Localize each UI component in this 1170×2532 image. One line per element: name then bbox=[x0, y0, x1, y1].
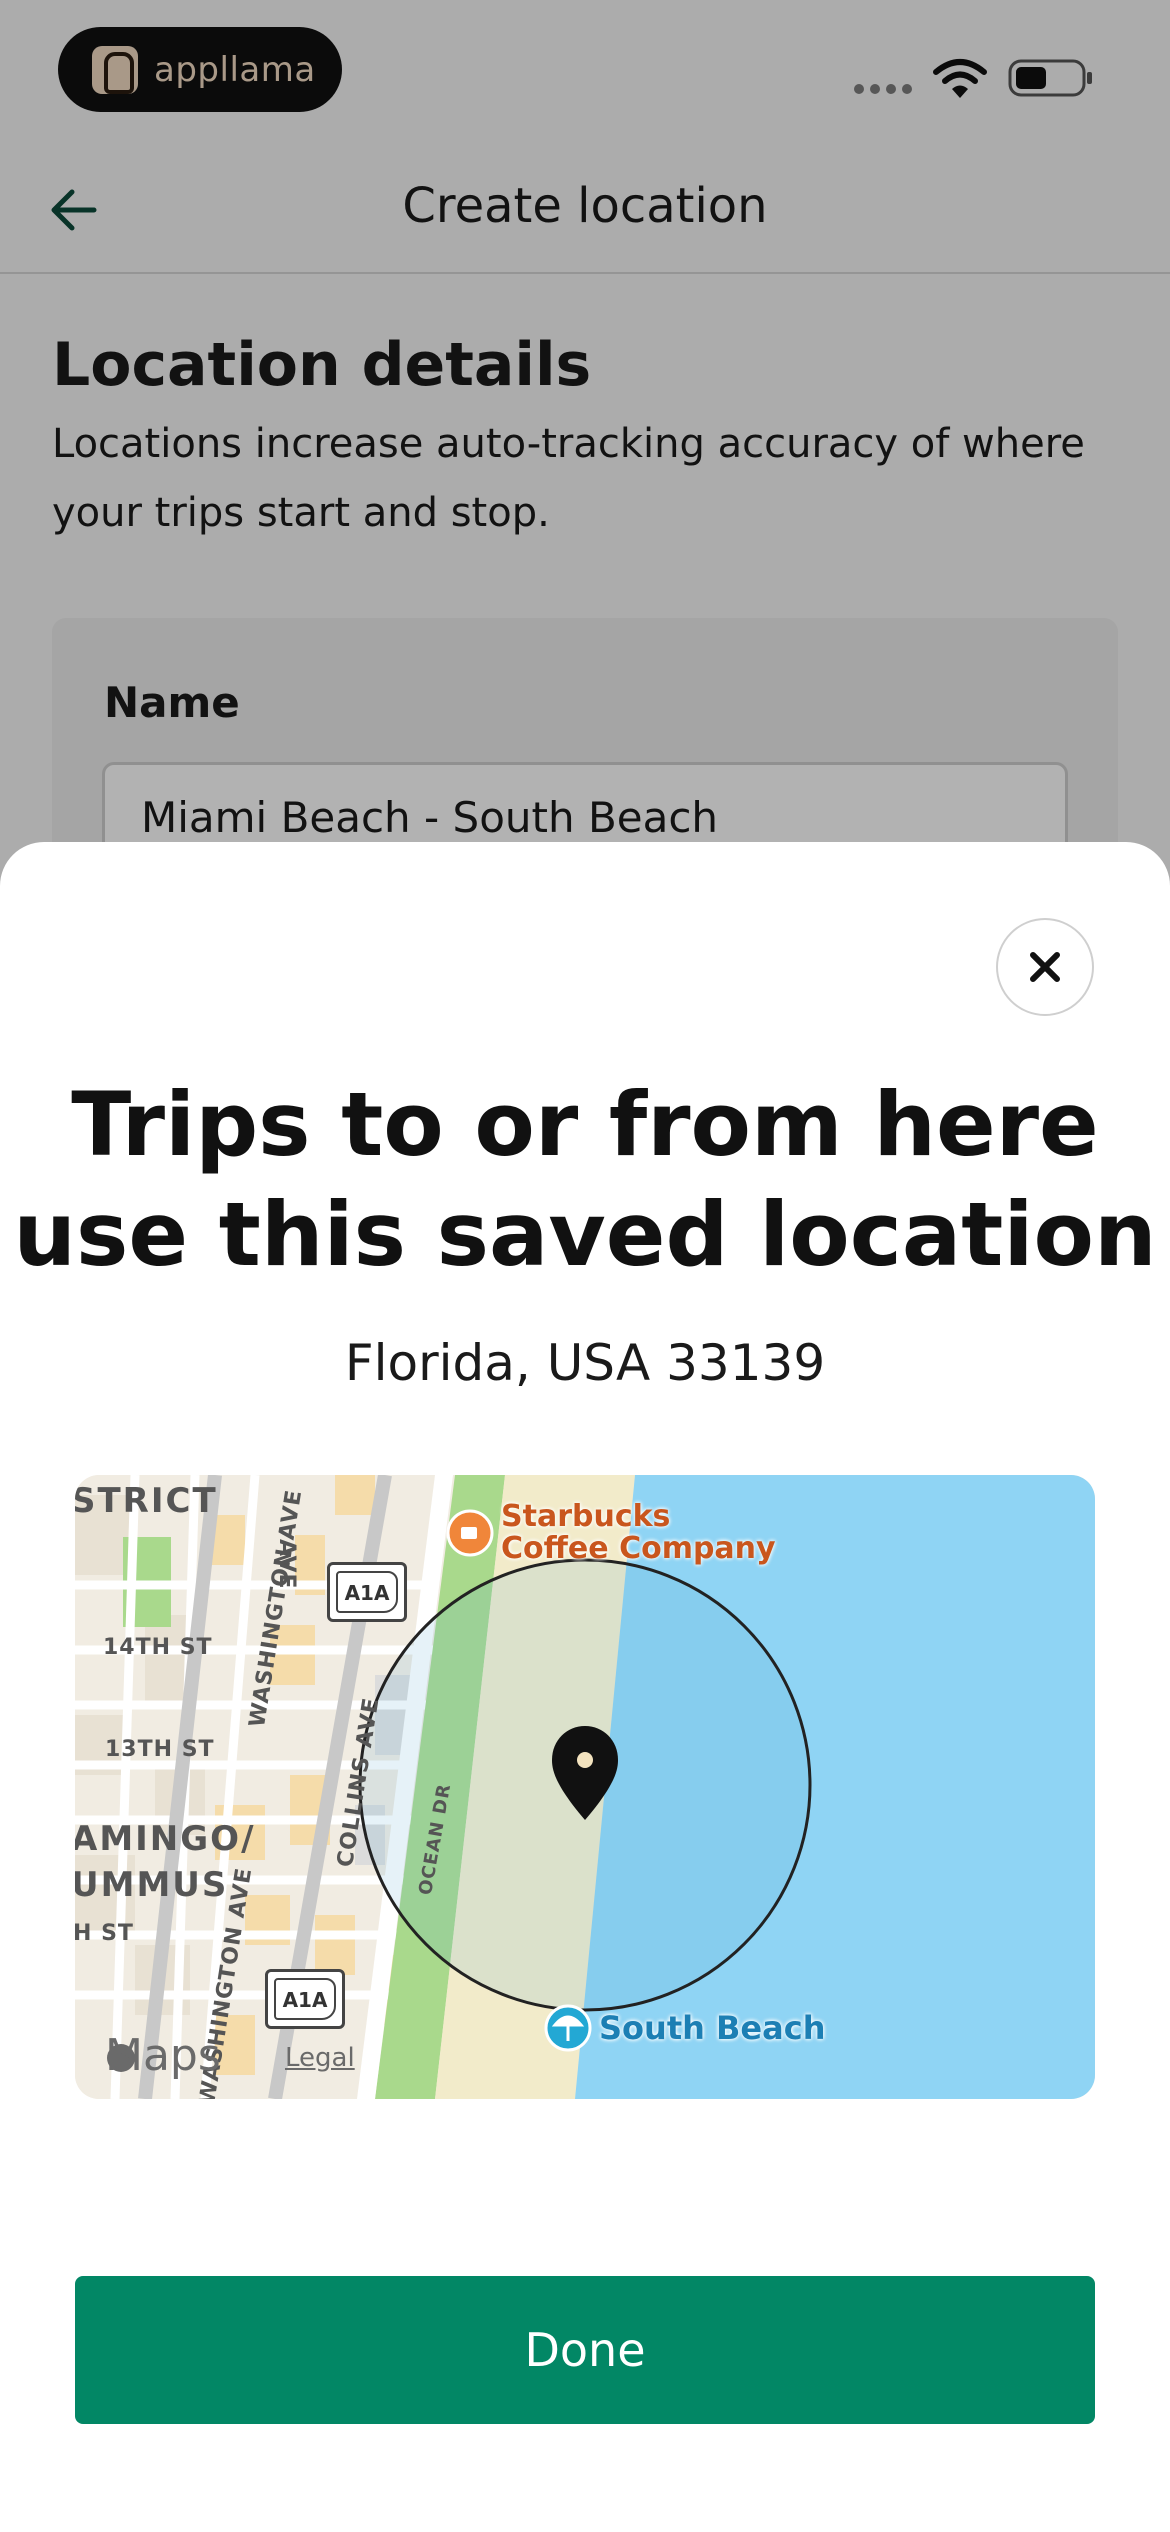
location-map[interactable]: STRICT 14TH ST 13TH ST AMINGO/ UMMUS H S… bbox=[75, 1475, 1095, 2099]
poi-starbucks[interactable]: Starbucks bbox=[501, 1499, 670, 1534]
map-label-district: AMINGO/ bbox=[75, 1819, 256, 1859]
map-label-street: 13TH ST bbox=[105, 1737, 215, 1762]
done-button[interactable]: Done bbox=[75, 2276, 1095, 2424]
a1a-shield-icon: A1A bbox=[327, 1562, 407, 1622]
bottom-sheet: Trips to or from here use this saved loc… bbox=[0, 842, 1170, 2532]
map-label-district: STRICT bbox=[75, 1481, 218, 1521]
apple-maps-brand: Maps bbox=[105, 2030, 221, 2081]
close-button[interactable] bbox=[996, 918, 1094, 1016]
map-label-street: AVE bbox=[274, 1539, 299, 1590]
map-label-district: UMMUS bbox=[75, 1865, 229, 1905]
poi-south-beach[interactable]: South Beach bbox=[599, 2009, 825, 2047]
map-label-street: H ST bbox=[75, 1921, 134, 1946]
legal-link[interactable]: Legal bbox=[285, 2043, 355, 2073]
location-address: Florida, USA 33139 bbox=[344, 1334, 826, 1392]
close-icon bbox=[1030, 952, 1060, 982]
a1a-shield-icon: A1A bbox=[265, 1969, 345, 2029]
sheet-title: Trips to or from here use this saved loc… bbox=[13, 1073, 1157, 1286]
poi-starbucks[interactable]: Coffee Company bbox=[501, 1531, 776, 1566]
map-label-street: 14TH ST bbox=[103, 1635, 213, 1660]
